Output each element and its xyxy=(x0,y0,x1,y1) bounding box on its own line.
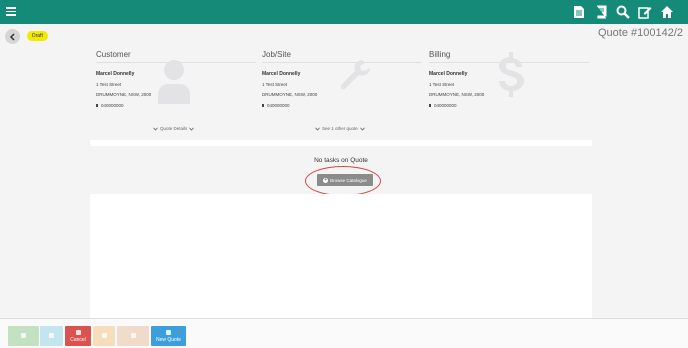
status-badge: Draft xyxy=(27,31,48,41)
phone-number: 040000000 xyxy=(434,103,457,108)
address-suburb: DRUMMOYNE, NSW, 2000 xyxy=(262,92,318,97)
dollar-icon xyxy=(499,52,524,97)
search-icon[interactable] xyxy=(615,4,630,19)
action-icon xyxy=(130,332,136,338)
chevron-down-icon xyxy=(359,127,365,131)
new-quote-button[interactable]: New Quote xyxy=(151,326,186,346)
other-quote-label: See 1 other quote xyxy=(322,126,358,131)
document-icon[interactable] xyxy=(571,4,586,19)
chevron-down-icon xyxy=(153,127,158,131)
contact-phone: 040000000 xyxy=(262,103,422,108)
home-icon[interactable] xyxy=(659,4,674,19)
person-icon xyxy=(158,60,190,104)
action-button-5[interactable] xyxy=(117,326,149,346)
hamburger-menu-icon[interactable] xyxy=(6,5,16,18)
page-title: Quote #100142/2 xyxy=(597,27,683,39)
wrench-icon xyxy=(340,60,370,90)
new-quote-label: New Quote xyxy=(155,336,181,343)
plus-icon xyxy=(166,329,171,335)
highlight-annotation xyxy=(305,166,381,196)
content-panel xyxy=(90,194,592,318)
chevron-left-icon xyxy=(9,32,15,41)
cancel-button[interactable]: Cancel xyxy=(65,326,91,346)
phone-icon xyxy=(262,104,264,107)
action-icon xyxy=(49,332,54,338)
phone-icon xyxy=(429,104,431,107)
action-button-2[interactable] xyxy=(40,326,63,346)
action-icon xyxy=(21,332,26,338)
quote-details-label: Quote Details xyxy=(160,126,188,131)
bottom-action-bar: Cancel New Quote xyxy=(0,318,688,348)
empty-tasks-message: No tasks on Quote xyxy=(314,157,368,164)
back-button[interactable] xyxy=(5,29,20,44)
cancel-label: Cancel xyxy=(70,336,86,343)
action-icon xyxy=(101,332,107,338)
edit-icon[interactable] xyxy=(637,4,652,19)
book-icon[interactable] xyxy=(593,4,608,19)
phone-number: 040000000 xyxy=(267,103,290,108)
chevron-down-icon xyxy=(315,127,320,131)
phone-icon xyxy=(96,104,98,107)
quote-details-link[interactable]: Quote Details xyxy=(153,126,195,131)
chevron-down-icon xyxy=(189,127,195,131)
top-bar xyxy=(0,0,688,24)
billing-panel: Billing Marcel Donnelly 1 Test Street DR… xyxy=(429,50,589,140)
other-quote-link[interactable]: See 1 other quote xyxy=(315,126,365,131)
cancel-icon xyxy=(75,329,81,335)
action-button-1[interactable] xyxy=(8,326,39,346)
phone-number: 040000000 xyxy=(101,103,124,108)
action-button-4[interactable] xyxy=(93,326,115,346)
